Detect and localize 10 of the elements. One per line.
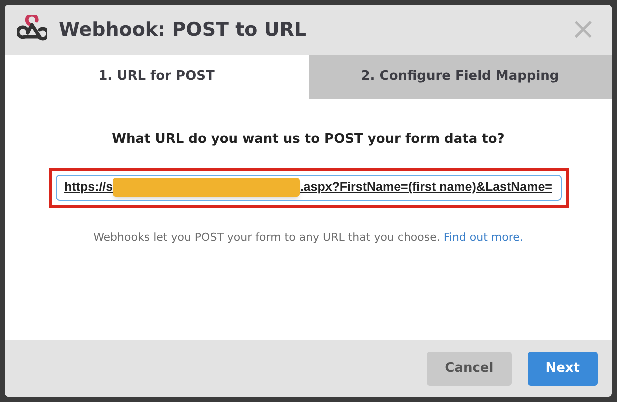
url-field[interactable]: https://s .aspx?FirstName=(first name)&LastName= bbox=[56, 174, 562, 200]
dialog-title: Webhook: POST to URL bbox=[59, 18, 307, 43]
cancel-button[interactable]: Cancel bbox=[427, 352, 512, 386]
url-text: https://s bbox=[64, 179, 114, 196]
find-out-more-link[interactable]: Find out more. bbox=[444, 230, 524, 244]
question-text: What URL do you want us to POST your form data to? bbox=[112, 131, 505, 149]
tab[interactable]: 2. Configure Field Mapping bbox=[308, 55, 612, 99]
url-text: .aspx?FirstName=(first name)&LastName= bbox=[300, 179, 552, 196]
help-text: Webhooks let you POST your form to any URL that you choose. Find out more. bbox=[94, 230, 524, 246]
next-button[interactable]: Next bbox=[528, 352, 598, 386]
